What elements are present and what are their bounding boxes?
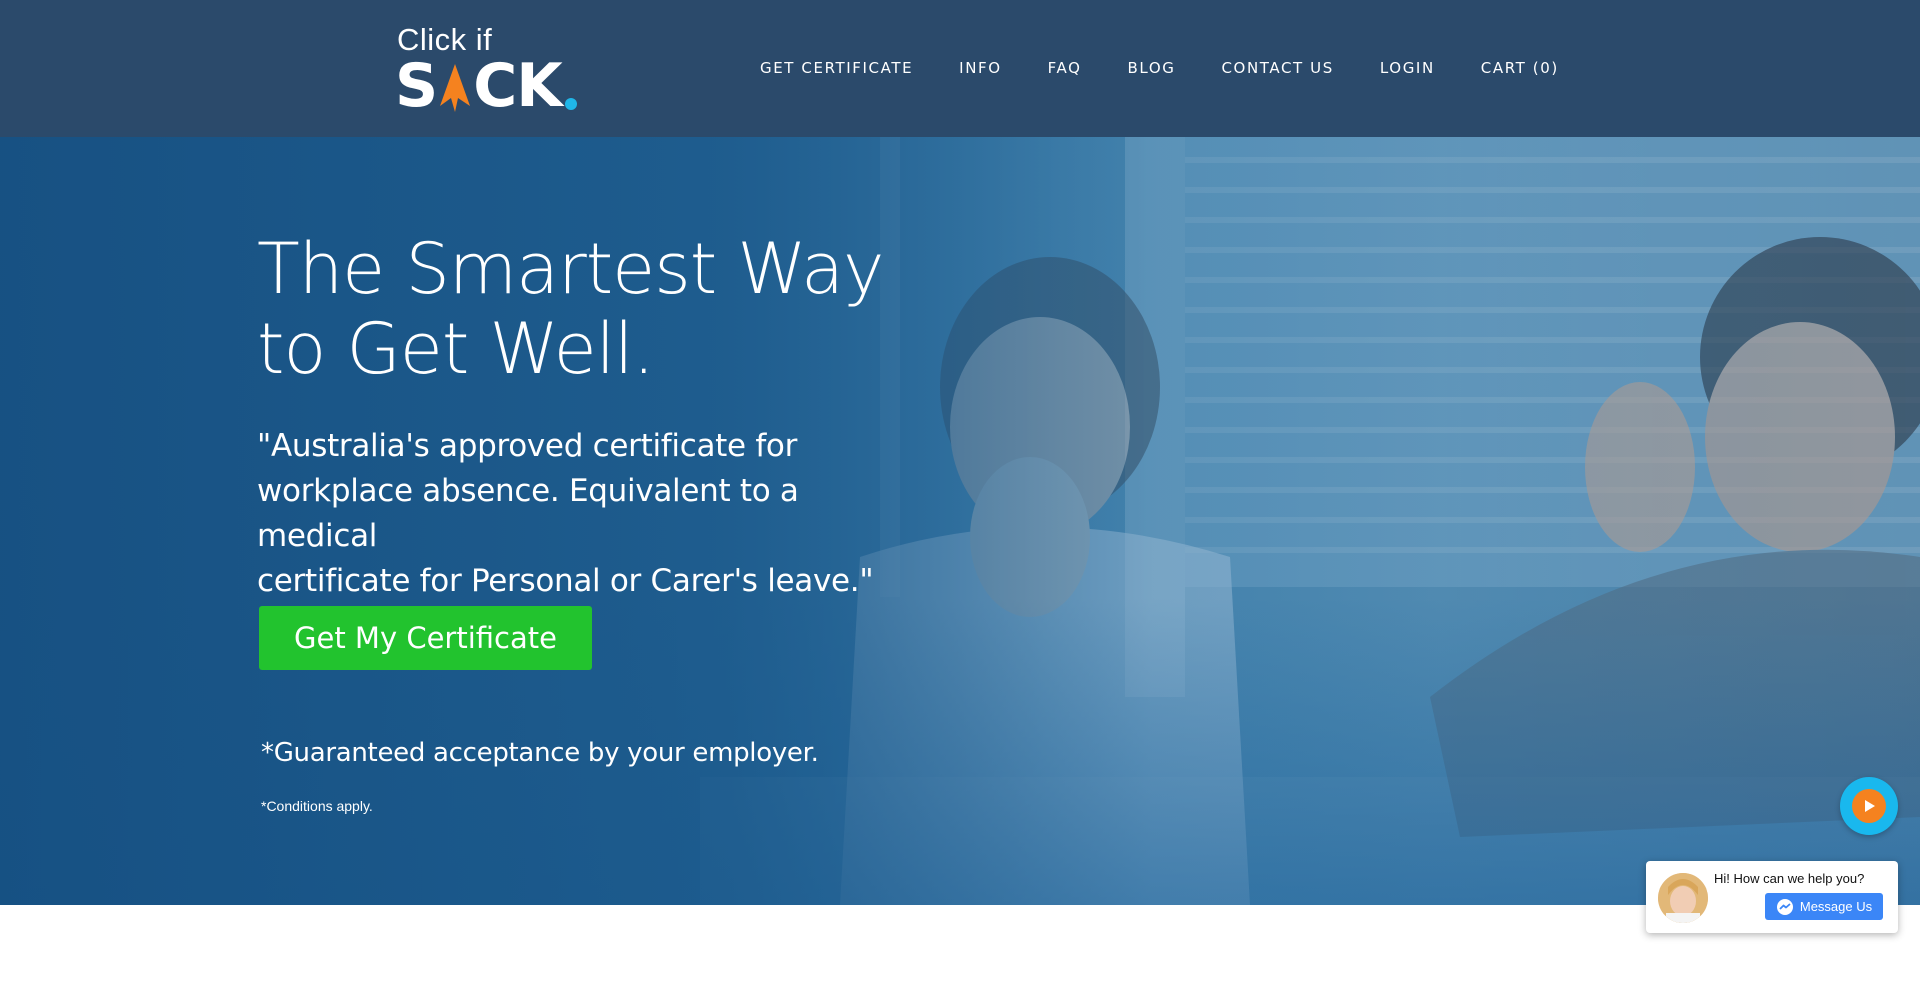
conditions-text: *Conditions apply.	[261, 798, 373, 814]
play-icon	[1865, 800, 1875, 812]
site-header: Click if S CK GET CERTIFICATE INFO FAQ B…	[0, 0, 1920, 137]
nav-cart[interactable]: CART (0)	[1481, 56, 1559, 80]
guarantee-text: *Guaranteed acceptance by your employer.	[261, 738, 819, 768]
avatar-image	[1658, 873, 1708, 923]
hero-title-line2: to Get Well.	[257, 308, 655, 390]
below-fold-section	[0, 905, 1920, 1006]
chat-widget: Hi! How can we help you? Message Us	[1646, 861, 1898, 933]
chat-greeting: Hi! How can we help you?	[1714, 871, 1865, 886]
hero-title: The Smartest Way to Get Well.	[257, 229, 957, 389]
video-play-button[interactable]	[1840, 777, 1898, 835]
hero-quote: "Australia's approved certificate for wo…	[257, 424, 917, 604]
chat-avatar	[1658, 873, 1708, 923]
logo-letter-s: S	[395, 51, 438, 121]
get-my-certificate-button[interactable]: Get My Certificate	[259, 606, 592, 670]
logo[interactable]: Click if S CK	[395, 20, 595, 120]
video-play-inner	[1852, 789, 1886, 823]
cursor-arrow-icon	[440, 64, 471, 112]
messenger-icon	[1776, 898, 1793, 915]
hero-section: The Smartest Way to Get Well. "Australia…	[0, 137, 1920, 905]
hero-quote-line3: certificate for Personal or Carer's leav…	[257, 563, 874, 599]
hero-quote-line2: workplace absence. Equivalent to a medic…	[257, 473, 799, 554]
nav-faq[interactable]: FAQ	[1048, 56, 1082, 80]
logo-dot	[564, 98, 577, 110]
nav-contact-us[interactable]: CONTACT US	[1221, 56, 1333, 80]
hero-quote-line1: "Australia's approved certificate for	[257, 428, 798, 464]
nav-blog[interactable]: BLOG	[1128, 56, 1176, 80]
nav-get-certificate[interactable]: GET CERTIFICATE	[760, 56, 913, 80]
logo-letters-ck: CK	[473, 51, 563, 121]
message-us-label: Message Us	[1799, 899, 1873, 914]
logo-main-text: S CK	[395, 56, 577, 116]
message-us-button[interactable]: Message Us	[1765, 893, 1883, 920]
hero-title-line1: The Smartest Way	[257, 228, 884, 310]
nav-login[interactable]: LOGIN	[1380, 56, 1435, 80]
main-nav: GET CERTIFICATE INFO FAQ BLOG CONTACT US…	[760, 56, 1605, 80]
nav-info[interactable]: INFO	[959, 56, 1001, 80]
